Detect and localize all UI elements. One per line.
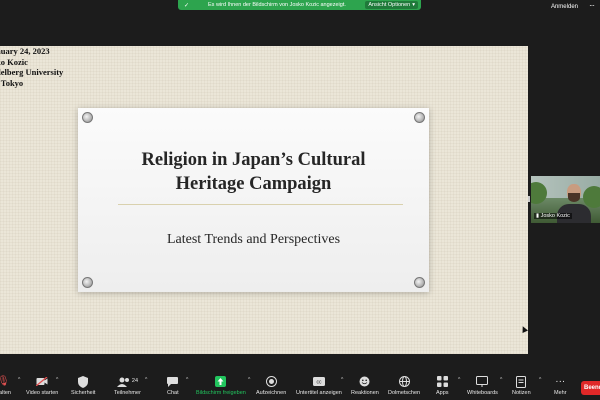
video-start-label: Video starten — [26, 390, 59, 396]
video-foliage — [531, 182, 547, 204]
slide-affiliation-1: delberg University — [0, 67, 64, 77]
chevron-up-icon[interactable]: ^ — [18, 377, 20, 383]
screw-icon — [82, 277, 93, 288]
participant-name: Josko Kozic — [540, 213, 570, 219]
slide-title-line: Religion in Japan’s Cultural — [141, 150, 366, 170]
mute-button[interactable]: 🎙 halten — [0, 375, 11, 396]
more-options-icon[interactable]: ··· — [589, 1, 595, 10]
view-options-label: Ansicht Optionen — [368, 2, 411, 8]
chevron-up-icon[interactable]: ^ — [186, 377, 188, 383]
chevron-up-icon[interactable]: ^ — [248, 377, 250, 383]
participant-count: 24 — [131, 378, 139, 384]
apps-button[interactable]: Apps — [436, 375, 449, 396]
share-screen-icon — [215, 375, 227, 388]
slide-affiliation-2: f Tokyo — [0, 77, 24, 88]
apps-icon — [436, 375, 448, 388]
screw-icon — [82, 112, 93, 123]
captions-icon: cc — [312, 375, 325, 388]
participants-icon: 24 — [116, 375, 139, 388]
notes-label: Notizen — [512, 390, 531, 396]
screen-share-banner: ✓ Es wird Ihnen der Bildschirm von Josko… — [178, 0, 421, 10]
chat-icon — [167, 375, 179, 388]
reactions-button[interactable]: Reaktionen — [351, 375, 379, 396]
banner-message: Es wird Ihnen der Bildschirm von Josko K… — [208, 2, 346, 8]
shield-check-icon: ✓ — [183, 2, 190, 9]
chevron-up-icon[interactable]: ^ — [145, 377, 147, 383]
video-start-button[interactable]: Video starten — [26, 375, 58, 396]
slide-title: Religion in Japan’s Cultural Heritage Ca… — [78, 148, 429, 196]
chevron-up-icon[interactable]: ^ — [56, 377, 58, 383]
apps-label: Apps — [436, 390, 449, 396]
chevron-down-icon: ▾ — [412, 2, 415, 8]
participant-name-label: ▮ Josko Kozic — [534, 213, 572, 219]
screw-icon — [414, 277, 425, 288]
screw-icon — [414, 112, 425, 123]
video-off-icon — [36, 375, 48, 388]
slide-author: ko Kozic — [0, 56, 28, 67]
shield-icon — [78, 375, 89, 388]
whiteboard-icon — [476, 375, 489, 388]
video-foliage — [583, 186, 600, 208]
participants-label: Teilnehmer — [114, 390, 141, 396]
mouse-cursor-icon — [520, 325, 528, 333]
signal-icon: ▮ — [536, 213, 540, 219]
notes-icon — [516, 375, 527, 388]
security-button[interactable]: Sicherheit — [71, 375, 95, 396]
participants-button[interactable]: 24 Teilnehmer — [114, 375, 141, 396]
chevron-up-icon[interactable]: ^ — [500, 377, 502, 383]
participant-beard — [568, 193, 580, 202]
slide-corner-text: nuary 24, 2023 ko Kozic delberg Universi… — [0, 46, 63, 88]
slide-subtitle: Latest Trends and Perspectives — [166, 232, 341, 247]
reactions-icon — [359, 375, 370, 388]
title-divider — [118, 204, 403, 205]
slide-date: nuary 24, 2023 — [0, 46, 50, 56]
mic-icon: 🎙 — [0, 376, 10, 387]
svg-text:cc: cc — [316, 380, 322, 386]
chevron-up-icon[interactable]: ^ — [539, 377, 541, 383]
sign-in-link[interactable]: Anmelden — [551, 4, 578, 10]
record-icon — [265, 375, 277, 388]
slide-title-line: Heritage Campaign — [175, 174, 332, 194]
interpretation-button[interactable]: Dolmetschen — [388, 375, 420, 396]
notes-button[interactable]: Notizen — [512, 375, 531, 396]
chevron-up-icon[interactable]: ^ — [341, 377, 343, 383]
globe-icon — [398, 375, 410, 388]
whiteboards-label: Whiteboards — [467, 390, 498, 396]
share-screen-label: Bildschirm freigeben — [196, 390, 246, 396]
more-label: Mehr — [554, 390, 567, 396]
reactions-label: Reaktionen — [351, 390, 379, 396]
title-card: Religion in Japan’s Cultural Heritage Ca… — [78, 108, 429, 292]
record-label: Aufzeichnen — [256, 390, 287, 396]
whiteboards-button[interactable]: Whiteboards — [467, 375, 498, 396]
mute-label: halten — [0, 390, 11, 396]
record-button[interactable]: Aufzeichnen — [256, 375, 286, 396]
share-screen-button[interactable]: Bildschirm freigeben — [196, 375, 246, 396]
view-options-button[interactable]: Ansicht Optionen ▾ — [365, 1, 418, 9]
chevron-up-icon[interactable]: ^ — [458, 377, 460, 383]
panel-resize-handle[interactable] — [528, 196, 530, 202]
chat-label: Chat — [167, 390, 179, 396]
interpretation-label: Dolmetschen — [388, 390, 421, 396]
captions-label: Untertitel anzeigen — [296, 390, 342, 396]
security-label: Sicherheit — [71, 390, 96, 396]
shared-screen: nuary 24, 2023 ko Kozic delberg Universi… — [0, 46, 528, 354]
end-meeting-button[interactable]: Beend — [581, 381, 600, 395]
captions-button[interactable]: cc Untertitel anzeigen — [296, 375, 342, 396]
more-icon: ··· — [555, 376, 566, 387]
chat-button[interactable]: Chat — [167, 375, 179, 396]
more-button[interactable]: ··· Mehr — [554, 375, 567, 396]
meeting-toolbar: 🎙 halten ^ Video starten ^ Sicherheit 24… — [0, 372, 600, 400]
